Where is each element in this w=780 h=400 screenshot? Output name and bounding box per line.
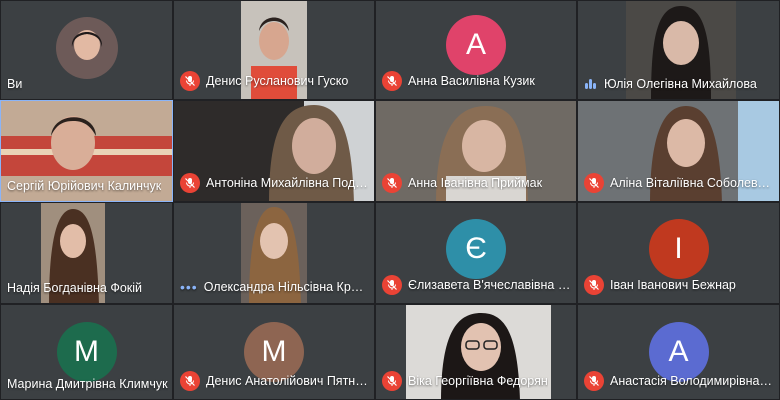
avatar-letter: Є <box>465 232 487 265</box>
participant-label: Єлизавета В'ячеславівна Грищенко <box>382 275 572 295</box>
participant-tile[interactable]: ••• Олександра Нільсівна Кравченко <box>173 202 375 304</box>
participant-label: Надія Богданівна Фокій <box>7 281 168 295</box>
participant-label: Марина Дмитрівна Климчук <box>7 377 168 391</box>
participant-tile[interactable]: A Анастасія Володимирівна Коваль <box>577 304 780 400</box>
participant-tile[interactable]: Анна Іванівна Приймак <box>375 100 577 202</box>
more-dots-icon: ••• <box>180 279 198 295</box>
participant-avatar: A <box>446 15 506 76</box>
mic-off-icon <box>584 173 604 193</box>
participant-photo <box>55 17 118 80</box>
participant-name: Олександра Нільсівна Кравченко <box>203 280 370 294</box>
mic-off-icon <box>180 71 200 91</box>
participant-name: Єлизавета В'ячеславівна Грищенко <box>408 278 572 292</box>
avatar-letter: A <box>465 28 486 62</box>
participant-label: Денис Анатолійович Пятницький <box>180 371 370 391</box>
avatar-letter: M <box>261 335 287 368</box>
participant-tile[interactable]: Надія Богданівна Фокій <box>0 202 173 304</box>
participant-label: Антоніна Михайлівна Подолянчук <box>180 173 370 193</box>
participant-name: Анастасія Володимирівна Коваль <box>610 374 775 388</box>
participant-name: Денис Русланович Гуско <box>206 74 349 88</box>
participant-tile[interactable]: A Анна Василівна Кузик <box>375 0 577 100</box>
participant-avatar: Є <box>446 219 506 279</box>
mic-off-icon <box>584 275 604 295</box>
participant-tile[interactable]: Віка Георгіївна Федорян <box>375 304 577 400</box>
participant-name: Іван Іванович Бежнар <box>610 278 736 292</box>
participant-tile[interactable]: M Марина Дмитрівна Климчук <box>0 304 173 400</box>
participant-tile[interactable]: Юлія Олегівна Михайлова <box>577 0 780 100</box>
participant-name: Сергій Юрійович Калинчук <box>7 179 162 193</box>
participant-tile[interactable]: Аліна Віталіївна Соболевська <box>577 100 780 202</box>
participant-label: Юлія Олегівна Михайлова <box>584 77 775 91</box>
mic-off-icon <box>382 371 402 391</box>
participant-avatar: M <box>56 322 117 382</box>
participant-tile[interactable]: І Іван Іванович Бежнар <box>577 202 780 304</box>
participant-label: Аліна Віталіївна Соболевська <box>584 173 775 193</box>
participant-name: Антоніна Михайлівна Подолянчук <box>206 176 370 190</box>
participant-avatar: І <box>648 219 709 279</box>
participant-name: Денис Анатолійович Пятницький <box>206 374 370 388</box>
meeting-grid: Ви Денис Русланович Гуско A Анна Василів… <box>0 0 780 400</box>
mic-off-icon <box>382 275 402 295</box>
participant-label: Денис Русланович Гуско <box>180 71 370 91</box>
participant-tile[interactable]: Ви <box>0 0 173 100</box>
participant-name: Надія Богданівна Фокій <box>7 281 143 295</box>
participant-label: Віка Георгіївна Федорян <box>382 371 572 391</box>
audio-level-icon <box>584 77 598 91</box>
avatar-letter: A <box>668 335 689 368</box>
participant-label: Ви <box>7 77 168 91</box>
participant-name: Марина Дмитрівна Климчук <box>7 377 168 391</box>
participant-label: ••• Олександра Нільсівна Кравченко <box>180 279 370 295</box>
mic-off-icon <box>180 173 200 193</box>
mic-off-icon <box>382 71 402 91</box>
participant-name: Анна Василівна Кузик <box>408 74 535 88</box>
participant-name: Анна Іванівна Приймак <box>408 176 543 190</box>
participant-name: Віка Георгіївна Федорян <box>408 374 548 388</box>
participant-label: Сергій Юрійович Калинчук <box>7 179 168 193</box>
mic-off-icon <box>584 371 604 391</box>
avatar-letter: M <box>74 335 99 368</box>
participant-label: Анастасія Володимирівна Коваль <box>584 371 775 391</box>
participant-tile[interactable]: Денис Русланович Гуско <box>173 0 375 100</box>
participant-label: Анна Іванівна Приймак <box>382 173 572 193</box>
participant-tile[interactable]: M Денис Анатолійович Пятницький <box>173 304 375 400</box>
participant-tile[interactable]: Сергій Юрійович Калинчук <box>0 100 173 202</box>
participant-label: Анна Василівна Кузик <box>382 71 572 91</box>
mic-off-icon <box>382 173 402 193</box>
participant-name: Аліна Віталіївна Соболевська <box>610 176 775 190</box>
participant-label: Іван Іванович Бежнар <box>584 275 775 295</box>
participant-tile[interactable]: Є Єлизавета В'ячеславівна Грищенко <box>375 202 577 304</box>
participant-tile[interactable]: Антоніна Михайлівна Подолянчук <box>173 100 375 202</box>
avatar-letter: І <box>674 232 683 265</box>
mic-off-icon <box>180 371 200 391</box>
participant-name: Ви <box>7 77 23 91</box>
participant-name: Юлія Олегівна Михайлова <box>604 77 757 91</box>
